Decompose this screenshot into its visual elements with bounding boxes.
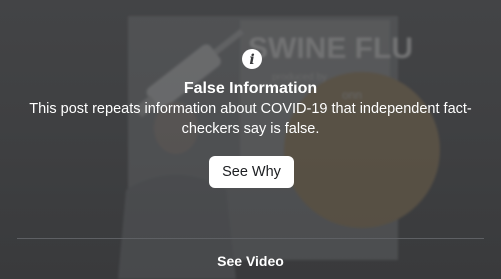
info-icon: i <box>242 49 262 69</box>
false-information-overlay: SWINE FLU produced by onn i False Inform… <box>0 0 501 279</box>
warning-title: False Information <box>183 80 318 97</box>
see-video-label: See Video <box>217 253 284 269</box>
info-icon-glyph: i <box>249 51 255 68</box>
see-video-button[interactable]: See Video <box>0 250 501 272</box>
warning-message: This post repeats information about COVI… <box>29 101 472 137</box>
poster-title: SWINE FLU <box>248 32 413 65</box>
see-why-button[interactable]: See Why <box>209 156 294 188</box>
divider <box>17 238 484 239</box>
see-why-label: See Why <box>222 164 281 180</box>
